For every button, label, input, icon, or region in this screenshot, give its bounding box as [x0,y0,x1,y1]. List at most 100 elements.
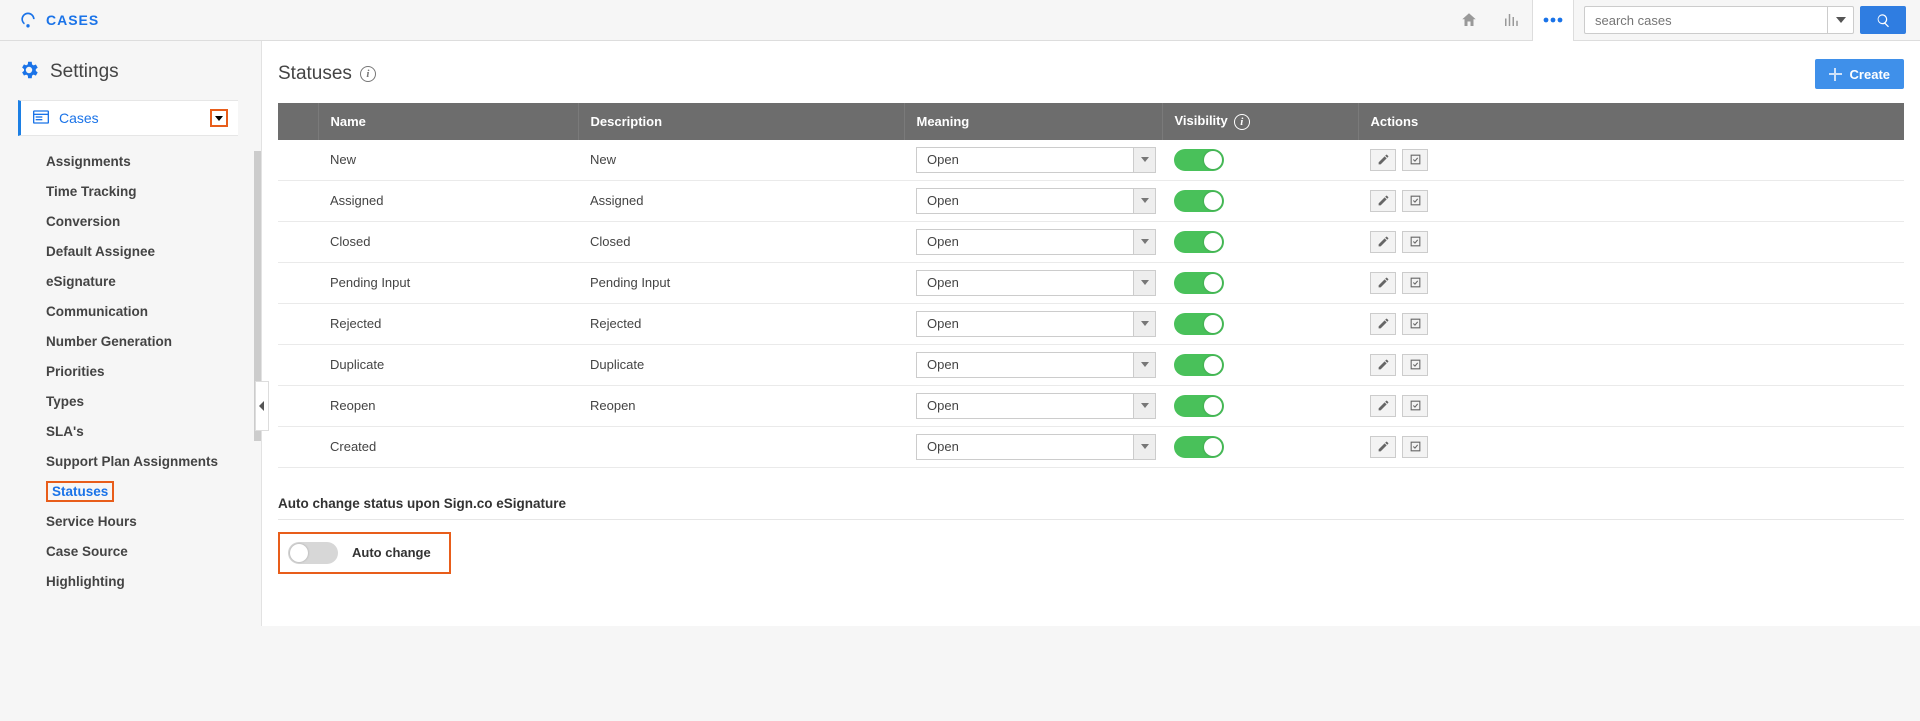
statuses-table: Name Description Meaning Visibilityi Act… [278,103,1904,468]
permissions-button[interactable] [1402,149,1428,171]
info-icon[interactable]: i [1234,114,1250,130]
cell-actions [1358,140,1904,181]
app-logo[interactable]: CASES [18,10,99,30]
meaning-select[interactable]: Open [916,229,1156,255]
drag-handle[interactable] [278,180,318,221]
auto-change-row: Auto change [278,532,451,574]
auto-change-toggle[interactable] [288,542,338,564]
permissions-button[interactable] [1402,272,1428,294]
edit-button[interactable] [1370,313,1396,335]
chevron-down-icon[interactable] [210,109,228,127]
sidebar-item-label: Number Generation [46,334,172,349]
edit-button[interactable] [1370,436,1396,458]
visibility-toggle[interactable] [1174,231,1224,253]
sidebar-item-priorities[interactable]: Priorities [46,356,261,386]
sidebar-item-case-source[interactable]: Case Source [46,536,261,566]
sidebar-item-label: Priorities [46,364,105,379]
create-button[interactable]: Create [1815,59,1904,89]
drag-handle[interactable] [278,344,318,385]
edit-button[interactable] [1370,149,1396,171]
sidebar-item-highlighting[interactable]: Highlighting [46,566,261,596]
cell-visibility [1162,221,1358,262]
edit-button[interactable] [1370,231,1396,253]
meaning-select[interactable]: Open [916,188,1156,214]
meaning-select[interactable]: Open [916,352,1156,378]
edit-button[interactable] [1370,272,1396,294]
sidebar-item-sla-s[interactable]: SLA's [46,416,261,446]
sidebar-item-types[interactable]: Types [46,386,261,416]
meaning-select[interactable]: Open [916,311,1156,337]
cell-description [578,426,904,467]
permissions-button[interactable] [1402,313,1428,335]
sidebar-item-service-hours[interactable]: Service Hours [46,506,261,536]
visibility-toggle[interactable] [1174,272,1224,294]
sidebar-item-default-assignee[interactable]: Default Assignee [46,236,261,266]
sidebar-item-support-plan-assignments[interactable]: Support Plan Assignments [46,446,261,476]
search-button[interactable] [1860,6,1906,34]
col-meaning: Meaning [904,103,1162,140]
drag-handle[interactable] [278,262,318,303]
sidebar-item-statuses[interactable]: Statuses [46,476,261,506]
more-menu-icon[interactable] [1532,0,1574,41]
cell-meaning: Open [904,426,1162,467]
drag-handle[interactable] [278,426,318,467]
edit-button[interactable] [1370,190,1396,212]
cell-visibility [1162,426,1358,467]
edit-button[interactable] [1370,395,1396,417]
analytics-icon[interactable] [1490,0,1532,41]
edit-button[interactable] [1370,354,1396,376]
sidebar-item-esignature[interactable]: eSignature [46,266,261,296]
permissions-button[interactable] [1402,436,1428,458]
permissions-button[interactable] [1402,190,1428,212]
visibility-toggle[interactable] [1174,436,1224,458]
sidebar-item-communication[interactable]: Communication [46,296,261,326]
sidebar-item-label: Support Plan Assignments [46,454,218,469]
permissions-button[interactable] [1402,395,1428,417]
table-row: Created Open [278,426,1904,467]
sidebar-item-label: Highlighting [46,574,125,589]
visibility-toggle[interactable] [1174,354,1224,376]
chevron-down-icon [1133,312,1155,336]
col-visibility: Visibilityi [1162,103,1358,140]
visibility-toggle[interactable] [1174,190,1224,212]
sidebar-item-conversion[interactable]: Conversion [46,206,261,236]
auto-change-heading: Auto change status upon Sign.co eSignatu… [278,496,1904,520]
sidebar-item-assignments[interactable]: Assignments [46,146,261,176]
sidebar-item-label: Case Source [46,544,128,559]
sidebar-item-time-tracking[interactable]: Time Tracking [46,176,261,206]
cell-meaning: Open [904,303,1162,344]
permissions-button[interactable] [1402,354,1428,376]
drag-handle[interactable] [278,221,318,262]
drag-handle[interactable] [278,385,318,426]
cell-visibility [1162,385,1358,426]
permissions-button[interactable] [1402,231,1428,253]
visibility-toggle[interactable] [1174,149,1224,171]
home-icon[interactable] [1448,0,1490,41]
cell-description: Duplicate [578,344,904,385]
drag-handle[interactable] [278,140,318,181]
sidebar-section-cases[interactable]: Cases [18,100,238,136]
visibility-toggle[interactable] [1174,395,1224,417]
collapse-sidebar-handle[interactable] [255,381,269,431]
sidebar-section-label: Cases [59,110,210,126]
col-description: Description [578,103,904,140]
chevron-down-icon [1133,230,1155,254]
meaning-value: Open [917,316,1133,331]
sidebar-item-number-generation[interactable]: Number Generation [46,326,261,356]
meaning-value: Open [917,152,1133,167]
cell-description: New [578,140,904,181]
table-row: DuplicateDuplicateOpen [278,344,1904,385]
meaning-select[interactable]: Open [916,147,1156,173]
sidebar-item-label: Statuses [46,481,114,502]
visibility-toggle[interactable] [1174,313,1224,335]
cell-name: Created [318,426,578,467]
meaning-select[interactable]: Open [916,270,1156,296]
search-scope-dropdown[interactable] [1827,7,1853,33]
search-input[interactable] [1585,13,1827,28]
drag-handle[interactable] [278,303,318,344]
meaning-select[interactable]: Open [916,393,1156,419]
meaning-select[interactable]: Open [916,434,1156,460]
cell-name: Closed [318,221,578,262]
info-icon[interactable]: i [360,66,376,82]
cell-description: Assigned [578,180,904,221]
